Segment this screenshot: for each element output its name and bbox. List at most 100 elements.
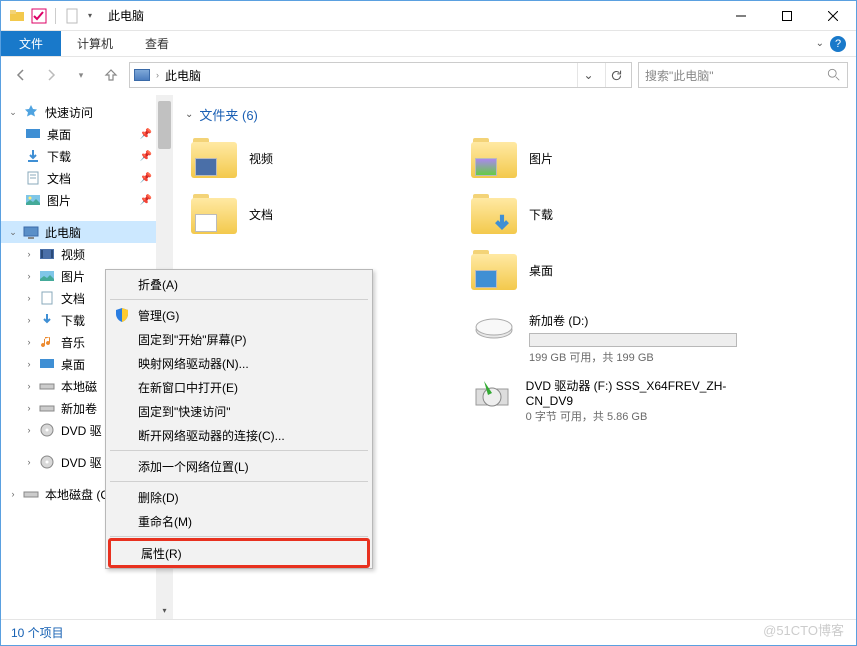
close-button[interactable] [810, 1, 856, 31]
document-icon [39, 290, 55, 306]
section-label: 文件夹 (6) [199, 105, 258, 124]
scroll-down-icon[interactable]: ▾ [156, 602, 173, 619]
cm-pin-quick[interactable]: 固定到"快速访问" [108, 399, 370, 423]
drive-f-dvd[interactable]: DVD 驱动器 (F:) SSS_X64FREV_ZH-CN_DV9 0 字节 … [465, 375, 745, 434]
cm-open-new-window[interactable]: 在新窗口中打开(E) [108, 375, 370, 399]
maximize-button[interactable] [764, 1, 810, 31]
dvd-icon [39, 454, 55, 470]
nav-documents[interactable]: 文档📌 [1, 167, 156, 189]
drive-name: 新加卷 (D:) [529, 314, 588, 328]
cm-map-network[interactable]: 映射网络驱动器(N)... [108, 351, 370, 375]
back-button[interactable] [9, 63, 33, 87]
tab-computer[interactable]: 计算机 [61, 31, 129, 56]
watermark: @51CTO博客 [763, 620, 844, 639]
download-icon [25, 148, 41, 164]
folder-videos[interactable]: 视频 [185, 130, 465, 186]
cm-pin-start[interactable]: 固定到"开始"屏幕(P) [108, 327, 370, 351]
video-icon [39, 246, 55, 262]
search-input[interactable]: 搜索"此电脑" [638, 62, 848, 88]
cm-rename[interactable]: 重命名(M) [108, 509, 370, 533]
folder-documents[interactable]: 文档 [185, 186, 465, 242]
pin-icon: 📌 [140, 195, 152, 206]
chevron-right-icon[interactable]: › [23, 249, 35, 259]
pin-icon: 📌 [140, 129, 152, 140]
chevron-right-icon[interactable]: › [7, 489, 19, 499]
folder-desktop[interactable]: 桌面 [465, 242, 745, 298]
computer-icon [23, 224, 39, 240]
nav-label: 快速访问 [45, 104, 93, 121]
chevron-right-icon[interactable]: › [23, 293, 35, 303]
drive-d[interactable]: 新加卷 (D:) 199 GB 可用，共 199 GB [465, 310, 745, 375]
nav-quick-access[interactable]: ⌄ 快速访问 [1, 101, 156, 123]
status-text: 10 个项目 [11, 624, 64, 641]
nav-this-pc[interactable]: ⌄ 此电脑 [1, 221, 156, 243]
chevron-down-icon[interactable]: ⌄ [7, 227, 19, 238]
ribbon-tabs: 文件 计算机 查看 ⌄ ? [1, 31, 856, 57]
help-icon[interactable]: ? [830, 36, 846, 52]
drive-icon [39, 400, 55, 416]
recent-dropdown[interactable]: ▾ [69, 63, 93, 87]
folder-icon [191, 194, 237, 234]
chevron-right-icon[interactable]: › [23, 271, 35, 281]
dvd-icon [471, 377, 514, 413]
chevron-right-icon: › [156, 70, 159, 80]
desktop-icon [39, 356, 55, 372]
folder-downloads[interactable]: 下载 [465, 186, 745, 242]
up-button[interactable] [99, 63, 123, 87]
chevron-down-icon[interactable]: ⌄ [7, 107, 19, 118]
chevron-down-icon[interactable]: ⌄ [816, 38, 824, 49]
chevron-right-icon[interactable]: › [23, 337, 35, 347]
cm-disconnect-network[interactable]: 断开网络驱动器的连接(C)... [108, 423, 370, 447]
cm-delete[interactable]: 删除(D) [108, 485, 370, 509]
forward-button[interactable] [39, 63, 63, 87]
separator [110, 481, 368, 482]
drive-sub: 199 GB 可用，共 199 GB [529, 349, 739, 365]
chevron-down-icon: ⌄ [185, 109, 193, 120]
nav-videos[interactable]: ›视频 [1, 243, 156, 265]
nav-pictures[interactable]: 图片📌 [1, 189, 156, 211]
storage-bar [529, 333, 737, 347]
minimize-button[interactable] [718, 1, 764, 31]
dvd-icon [39, 422, 55, 438]
context-menu: 折叠(A) 管理(G) 固定到"开始"屏幕(P) 映射网络驱动器(N)... 在… [105, 269, 373, 569]
nav-desktop[interactable]: 桌面📌 [1, 123, 156, 145]
chevron-right-icon[interactable]: › [23, 425, 35, 435]
cm-add-network-location[interactable]: 添加一个网络位置(L) [108, 454, 370, 478]
status-bar: 10 个项目 [1, 619, 856, 645]
folder-icon[interactable] [9, 8, 25, 24]
cm-properties[interactable]: 属性(R) [108, 538, 370, 568]
separator [110, 299, 368, 300]
cm-collapse[interactable]: 折叠(A) [108, 272, 370, 296]
document-icon [25, 170, 41, 186]
pin-icon: 📌 [140, 173, 152, 184]
chevron-right-icon[interactable]: › [23, 359, 35, 369]
drive-icon [39, 378, 55, 394]
chevron-right-icon[interactable]: › [23, 457, 35, 467]
computer-icon [134, 69, 150, 81]
tab-file[interactable]: 文件 [1, 31, 61, 56]
separator [110, 450, 368, 451]
chevron-right-icon[interactable]: › [23, 381, 35, 391]
refresh-button[interactable] [605, 63, 627, 87]
folder-icon [191, 138, 237, 178]
address-box[interactable]: › 此电脑 ⌄ [129, 62, 632, 88]
cm-manage[interactable]: 管理(G) [108, 303, 370, 327]
folder-icon [471, 250, 517, 290]
folder-pictures[interactable]: 图片 [465, 130, 745, 186]
chevron-right-icon[interactable]: › [23, 403, 35, 413]
download-icon [39, 312, 55, 328]
drive-sub: 0 字节 可用，共 5.86 GB [526, 408, 739, 424]
folders-section-header[interactable]: ⌄ 文件夹 (6) [185, 99, 856, 130]
address-dropdown[interactable]: ⌄ [577, 63, 599, 87]
chevron-down-icon[interactable]: ▾ [88, 11, 92, 20]
separator [110, 536, 368, 537]
nav-downloads[interactable]: 下载📌 [1, 145, 156, 167]
window-controls [718, 1, 856, 31]
doc-icon[interactable] [64, 8, 80, 24]
chevron-right-icon[interactable]: › [23, 315, 35, 325]
checkbox-icon[interactable] [31, 8, 47, 24]
tab-view[interactable]: 查看 [129, 31, 185, 56]
scroll-thumb[interactable] [158, 101, 171, 149]
folder-icon [471, 194, 517, 234]
address-bar-row: ▾ › 此电脑 ⌄ 搜索"此电脑" [1, 57, 856, 93]
